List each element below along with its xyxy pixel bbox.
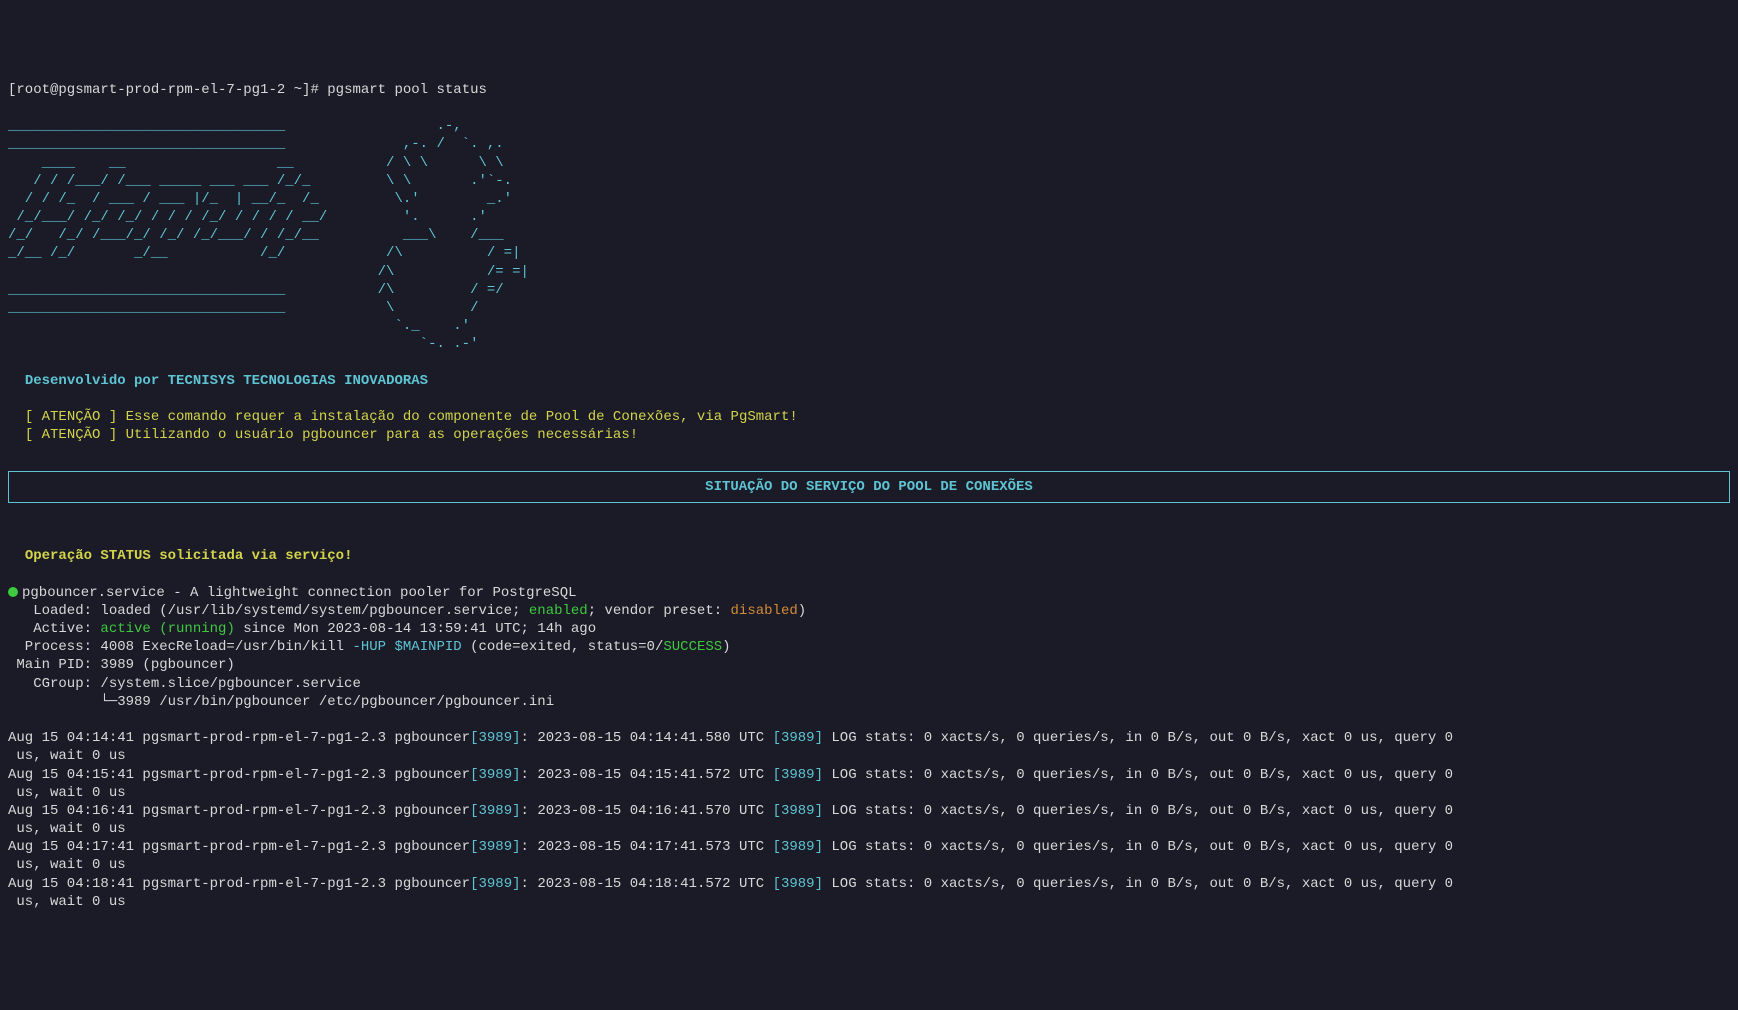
log-lines-block: Aug 15 04:14:41 pgsmart-prod-rpm-el-7-pg… [8,729,1730,911]
cgroup-line-1: CGroup: /system.slice/pgbouncer.service [8,676,361,692]
terminal-output: [root@pgsmart-prod-rpm-el-7-pg1-2 ~]# pg… [8,81,1730,445]
section-title-box: SITUAÇÃO DO SERVIÇO DO POOL DE CONEXÕES [8,471,1730,503]
log-utc: : 2023-08-15 04:15:41.572 UTC [521,767,773,783]
log-pid-bracket: [3989] [470,767,520,783]
log-host: pgsmart-prod-rpm-el-7-pg1-2.3 pgbouncer [134,767,470,783]
ascii-banner: _________________________________ .-, __… [8,118,529,352]
main-pid-line: Main PID: 3989 (pgbouncer) [8,657,235,673]
developer-credit: Desenvolvido por TECNISYS TECNOLOGIAS IN… [25,373,428,389]
log-ts: Aug 15 04:18:41 [8,876,134,892]
log-pid-bracket: [3989] [470,839,520,855]
log-ts: Aug 15 04:14:41 [8,730,134,746]
log-host: pgsmart-prod-rpm-el-7-pg1-2.3 pgbouncer [134,730,470,746]
process-pre: Process: 4008 ExecReload=/usr/bin/kill [8,639,352,655]
cgroup-line-2: └─3989 /usr/bin/pgbouncer /etc/pgbouncer… [8,694,554,710]
warn-msg-1: Esse comando requer a instalação do comp… [126,409,798,425]
log-pid-bracket: [3989] [470,876,520,892]
service-status-block: Operação STATUS solicitada via serviço! … [8,529,1730,911]
loaded-mid: ; vendor preset: [588,603,731,619]
log-utc: : 2023-08-15 04:18:41.572 UTC [521,876,773,892]
log-host: pgsmart-prod-rpm-el-7-pg1-2.3 pgbouncer [134,803,470,819]
log-pid-bracket-2: [3989] [773,839,823,855]
service-name: pgbouncer.service - A lightweight connec… [22,585,577,601]
disabled-label: disabled [731,603,798,619]
warn-msg-2: Utilizando o usuário pgbouncer para as o… [126,427,638,443]
process-mid: (code= [462,639,521,655]
process-mid2: , status=0/ [571,639,663,655]
log-pid-bracket-2: [3989] [773,876,823,892]
log-pid-bracket-2: [3989] [773,803,823,819]
enabled-label: enabled [529,603,588,619]
process-mainpid-var: $MAINPID [394,639,461,655]
log-ts: Aug 15 04:17:41 [8,839,134,855]
log-pid-bracket: [3989] [470,803,520,819]
log-utc: : 2023-08-15 04:16:41.570 UTC [521,803,773,819]
warn-tag-1: [ ATENÇÃO ] [25,409,126,425]
warn-tag-2: [ ATENÇÃO ] [25,427,126,443]
log-ts: Aug 15 04:15:41 [8,767,134,783]
status-dot-icon [8,587,18,597]
log-ts: Aug 15 04:16:41 [8,803,134,819]
log-pid-bracket: [3989] [470,730,520,746]
active-label: active (running) [100,621,234,637]
process-success: SUCCESS [663,639,722,655]
loaded-line-pre: Loaded: loaded (/usr/lib/systemd/system/… [8,603,529,619]
log-utc: : 2023-08-15 04:17:41.573 UTC [521,839,773,855]
active-post: since Mon 2023-08-14 13:59:41 UTC; 14h a… [235,621,596,637]
log-utc: : 2023-08-15 04:14:41.580 UTC [521,730,773,746]
section-title: SITUAÇÃO DO SERVIÇO DO POOL DE CONEXÕES [705,479,1033,495]
command-text: pgsmart pool status [327,82,487,98]
log-host: pgsmart-prod-rpm-el-7-pg1-2.3 pgbouncer [134,839,470,855]
log-pid-bracket-2: [3989] [773,730,823,746]
shell-prompt: [root@pgsmart-prod-rpm-el-7-pg1-2 ~]# [8,82,327,98]
log-host: pgsmart-prod-rpm-el-7-pg1-2.3 pgbouncer [134,876,470,892]
process-post: ) [722,639,730,655]
process-exited: exited [521,639,571,655]
status-requested-line: Operação STATUS solicitada via serviço! [25,548,353,564]
process-hup: -HUP [352,639,394,655]
active-pre: Active: [8,621,100,637]
loaded-post: ) [798,603,806,619]
log-pid-bracket-2: [3989] [773,767,823,783]
